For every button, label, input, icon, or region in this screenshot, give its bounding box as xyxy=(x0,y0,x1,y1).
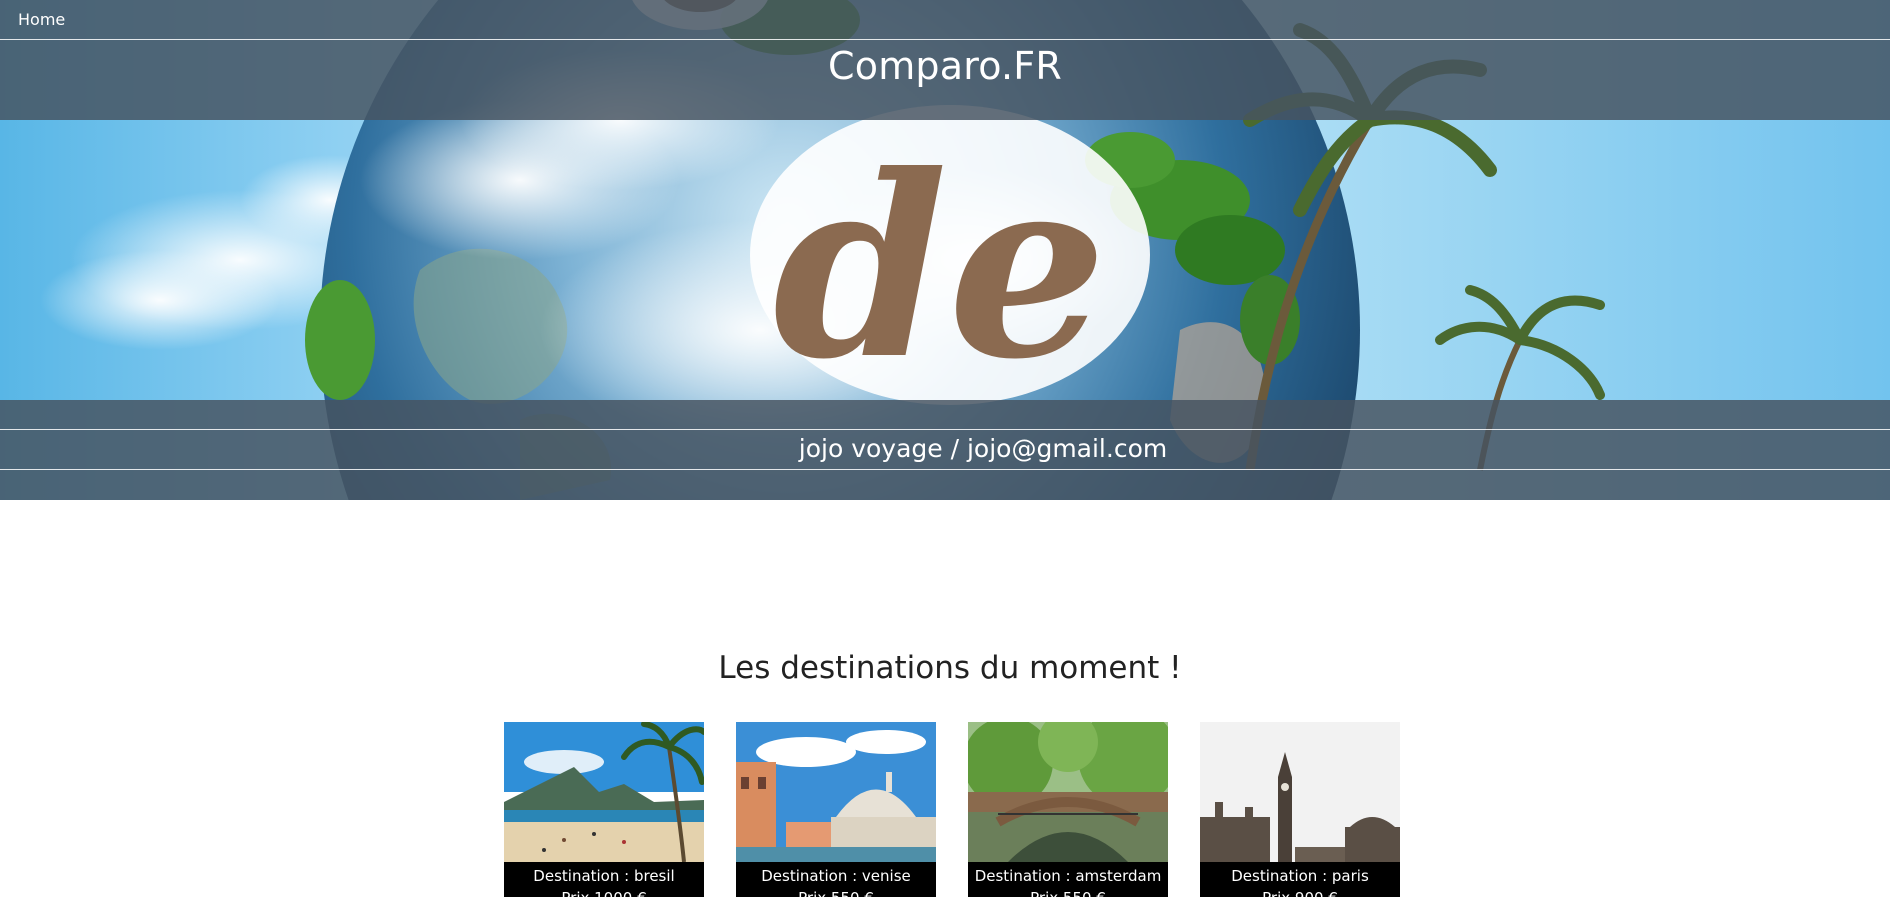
destination-card-bresil[interactable]: Destination : bresil Prix 1000 € xyxy=(504,722,704,897)
destinations-list: Destination : bresil Prix 1000 € Destina… xyxy=(504,722,1400,897)
destination-caption-venise: Destination : venise Prix 550 € xyxy=(736,862,936,897)
destination-caption-bresil: Destination : bresil Prix 1000 € xyxy=(504,862,704,897)
hero-logo-text: de xyxy=(773,120,1107,414)
hero-banner: de Home Comparo.FR jojo voyage / jojo@gm… xyxy=(0,0,1890,500)
destination-price: Prix 550 € xyxy=(968,887,1168,897)
destination-price: Prix 550 € xyxy=(736,887,936,897)
nav-home-link[interactable]: Home xyxy=(18,10,65,29)
destination-caption-paris: Destination : paris Prix 900 € xyxy=(1200,862,1400,897)
contact-text: jojo voyage / jojo@gmail.com xyxy=(798,434,1168,463)
destination-image-venise xyxy=(736,722,936,862)
destinations-heading: Les destinations du moment ! xyxy=(718,650,1182,686)
site-title: Comparo.FR xyxy=(828,44,1062,88)
destination-card-paris[interactable]: Destination : paris Prix 900 € xyxy=(1200,722,1400,897)
destination-label: Destination : venise xyxy=(761,867,911,885)
destination-label: Destination : amsterdam xyxy=(974,867,1162,885)
destination-label: Destination : paris xyxy=(1231,867,1369,885)
destination-price: Prix 1000 € xyxy=(504,887,704,897)
destination-caption-amsterdam: Destination : amsterdam Prix 550 € xyxy=(968,862,1168,897)
top-header-bar: Home Comparo.FR xyxy=(0,0,1890,120)
destination-price: Prix 900 € xyxy=(1200,887,1400,897)
banner-divider-top xyxy=(0,429,1890,430)
contact-banner: jojo voyage / jojo@gmail.com xyxy=(0,400,1890,500)
header-divider xyxy=(0,39,1890,40)
destination-image-bresil xyxy=(504,722,704,862)
destination-label: Destination : bresil xyxy=(533,867,675,885)
destination-card-amsterdam[interactable]: Destination : amsterdam Prix 550 € xyxy=(968,722,1168,897)
destination-image-paris xyxy=(1200,722,1400,862)
banner-divider-bottom xyxy=(0,469,1890,470)
destination-card-venise[interactable]: Destination : venise Prix 550 € xyxy=(736,722,936,897)
destination-image-amsterdam xyxy=(968,722,1168,862)
